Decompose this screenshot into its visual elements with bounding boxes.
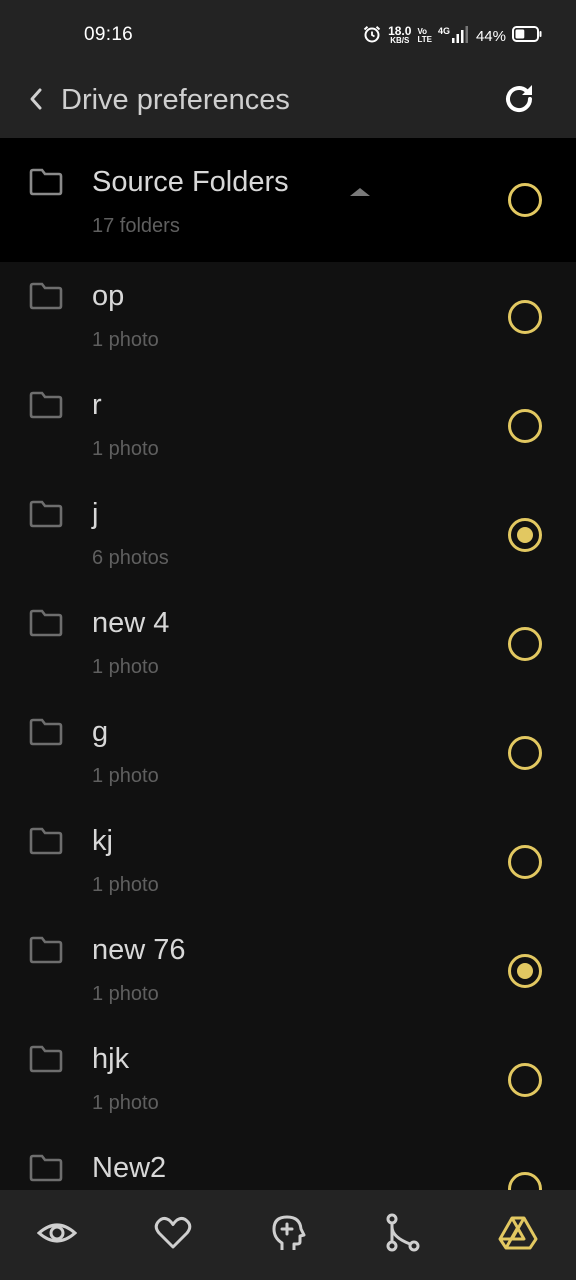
volte-indicator: Vo LTE bbox=[417, 28, 432, 44]
eye-icon bbox=[36, 1213, 78, 1258]
chevron-left-icon bbox=[28, 87, 44, 116]
source-folders-header[interactable]: Source Folders 17 folders bbox=[0, 138, 576, 262]
folder-icon bbox=[29, 282, 63, 310]
nav-item-eye[interactable] bbox=[36, 1213, 78, 1258]
folder-photo-count: 1 photo bbox=[92, 329, 159, 351]
alarm-icon bbox=[362, 24, 382, 49]
folder-name: new 4 bbox=[92, 607, 170, 639]
heart-icon bbox=[154, 1215, 192, 1256]
folder-icon bbox=[29, 827, 63, 855]
source-folders-radio[interactable] bbox=[508, 183, 542, 217]
folder-row[interactable]: j 6 photos bbox=[0, 480, 576, 589]
battery-icon bbox=[512, 25, 542, 47]
folder-icon bbox=[29, 500, 63, 528]
screen: 09:16 18.0 KB/S Vo LTE 4G 44% Drive pref… bbox=[0, 0, 576, 1280]
folder-name: j bbox=[92, 498, 99, 530]
nav-item-drive[interactable] bbox=[498, 1215, 538, 1255]
net-speed-unit: KB/S bbox=[390, 36, 410, 45]
branch-icon bbox=[385, 1213, 421, 1258]
folder-row[interactable]: hjk 1 photo bbox=[0, 1025, 576, 1134]
folder-select-radio[interactable] bbox=[508, 954, 542, 988]
folder-photo-count: 1 photo bbox=[92, 765, 159, 787]
back-button[interactable] bbox=[24, 86, 48, 116]
folder-select-radio[interactable] bbox=[508, 409, 542, 443]
refresh-button[interactable] bbox=[500, 82, 538, 120]
battery-percent: 44% bbox=[475, 27, 506, 45]
signal-icon bbox=[451, 25, 468, 48]
folder-icon bbox=[29, 1154, 63, 1182]
folder-icon bbox=[29, 718, 63, 746]
folder-icon bbox=[29, 609, 63, 637]
folder-icon bbox=[29, 391, 63, 419]
folder-row[interactable]: kj 1 photo bbox=[0, 807, 576, 916]
folder-photo-count: 1 photo bbox=[92, 874, 159, 896]
folder-photo-count: 6 photos bbox=[92, 547, 169, 569]
source-folders-count: 17 folders bbox=[92, 215, 180, 237]
nav-item-heart[interactable] bbox=[153, 1215, 193, 1255]
net-speed-value: 18.0 bbox=[388, 24, 412, 38]
folder-select-radio[interactable] bbox=[508, 845, 542, 879]
status-bar: 09:16 18.0 KB/S Vo LTE 4G 44% bbox=[0, 0, 576, 70]
nav-item-head[interactable] bbox=[268, 1215, 308, 1255]
nav-item-branch[interactable] bbox=[383, 1213, 423, 1258]
folder-photo-count: 1 photo bbox=[92, 656, 159, 678]
folder-select-radio[interactable] bbox=[508, 627, 542, 661]
volte-bottom: LTE bbox=[417, 35, 432, 44]
folder-icon bbox=[29, 936, 63, 964]
status-icons: 18.0 KB/S Vo LTE 4G 44% bbox=[362, 22, 542, 50]
source-folders-title: Source Folders bbox=[92, 166, 289, 198]
folder-icon bbox=[29, 1045, 63, 1073]
folder-name: kj bbox=[92, 825, 113, 857]
folder-select-radio[interactable] bbox=[508, 300, 542, 334]
folder-select-radio[interactable] bbox=[508, 1063, 542, 1097]
folder-row[interactable]: r 1 photo bbox=[0, 371, 576, 480]
folder-name: new 76 bbox=[92, 934, 186, 966]
folder-name: r bbox=[92, 389, 102, 421]
status-time: 09:16 bbox=[84, 24, 134, 45]
folder-photo-count: 1 photo bbox=[92, 438, 159, 460]
folder-select-radio[interactable] bbox=[508, 518, 542, 552]
folder-photo-count: 1 photo bbox=[92, 983, 159, 1005]
collapse-arrow-icon[interactable] bbox=[350, 188, 370, 196]
folder-row[interactable]: new 76 1 photo bbox=[0, 916, 576, 1025]
folder-select-radio[interactable] bbox=[508, 736, 542, 770]
folder-icon bbox=[29, 168, 63, 196]
folder-name: op bbox=[92, 280, 125, 312]
head-plus-icon bbox=[270, 1213, 306, 1258]
net-speed: 18.0 KB/S bbox=[388, 24, 412, 45]
refresh-icon bbox=[501, 81, 537, 122]
drive-icon bbox=[498, 1215, 538, 1256]
folder-name: New2 bbox=[92, 1152, 167, 1184]
network-type: 4G bbox=[437, 26, 450, 36]
folder-row[interactable]: op 1 photo bbox=[0, 262, 576, 371]
folder-name: g bbox=[92, 716, 109, 748]
app-bar: Drive preferences bbox=[0, 70, 576, 138]
bottom-nav bbox=[0, 1190, 576, 1280]
page-title: Drive preferences bbox=[61, 84, 290, 116]
folder-row[interactable]: new 4 1 photo bbox=[0, 589, 576, 698]
folder-row[interactable]: g 1 photo bbox=[0, 698, 576, 807]
folder-photo-count: 1 photo bbox=[92, 1092, 159, 1114]
folder-name: hjk bbox=[92, 1043, 130, 1075]
